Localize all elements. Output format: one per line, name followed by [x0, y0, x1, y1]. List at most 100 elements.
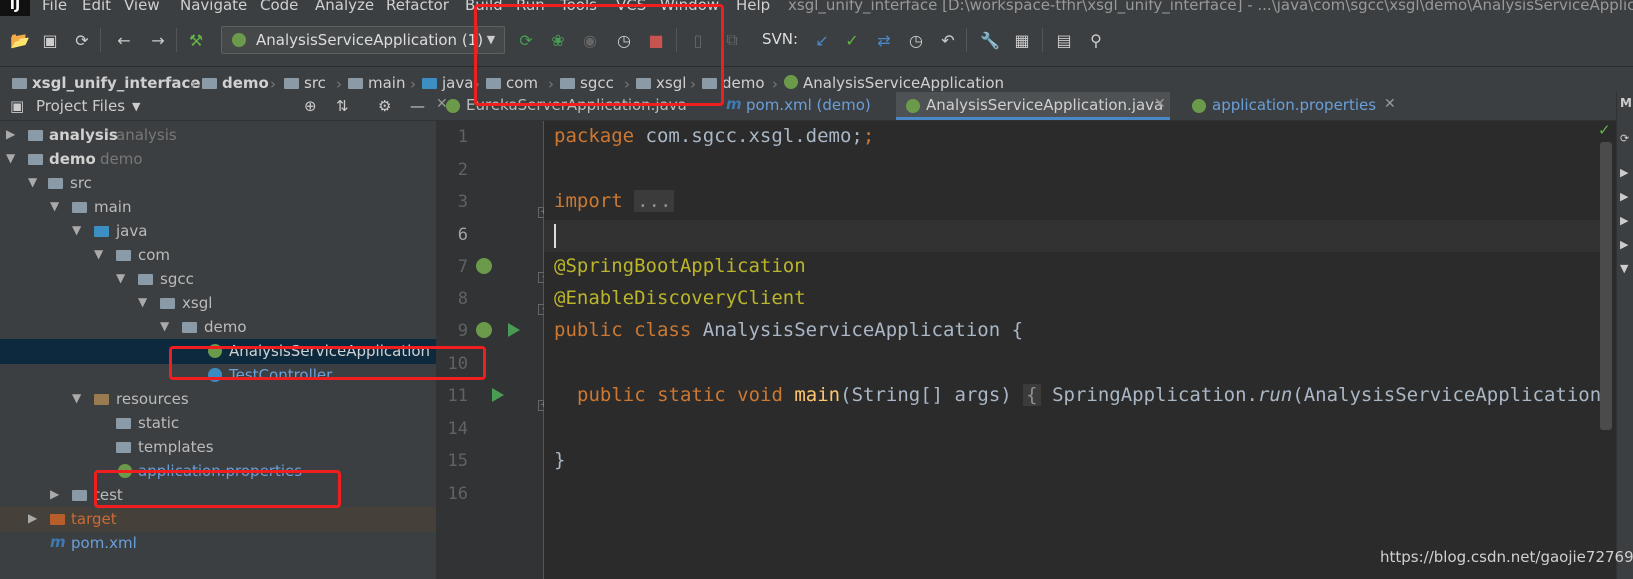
- tree-item-module: demo: [100, 150, 143, 168]
- window-title: xsgl_unify_interface [D:\workspace-tfhr\…: [788, 0, 1633, 14]
- run-gutter-icon[interactable]: [492, 388, 504, 402]
- folder-icon: [72, 490, 87, 501]
- run-configuration-label: AnalysisServiceApplication (1): [256, 31, 484, 49]
- menu-help[interactable]: Help: [736, 0, 770, 14]
- editor-scrollbar[interactable]: [1600, 142, 1612, 430]
- folded-imports[interactable]: ...: [634, 190, 675, 212]
- chevron-down-icon[interactable]: ▼: [28, 175, 37, 189]
- tree-item-java[interactable]: ▼ java: [0, 219, 436, 244]
- chevron-down-icon[interactable]: ▼: [138, 295, 147, 309]
- breadcrumb-item[interactable]: demo: [202, 74, 269, 92]
- chevron-down-icon[interactable]: ▼: [1620, 262, 1628, 275]
- folded-body[interactable]: {: [1023, 384, 1041, 406]
- menu-analyze[interactable]: Analyze: [315, 0, 374, 14]
- breadcrumb-item[interactable]: main: [348, 74, 405, 92]
- collapse-all-icon[interactable]: ⇅: [336, 97, 349, 115]
- menu-file[interactable]: File: [42, 0, 67, 14]
- menu-edit[interactable]: Edit: [82, 0, 111, 14]
- chevron-right-icon[interactable]: ▶: [1620, 190, 1628, 203]
- spring-boot-icon: [784, 75, 798, 89]
- tree-item-resources[interactable]: ▼ resources: [0, 387, 436, 412]
- menu-refactor[interactable]: Refactor: [386, 0, 449, 14]
- tree-item-xsgl[interactable]: ▼ xsgl: [0, 291, 436, 316]
- chevron-down-icon[interactable]: ▼: [50, 199, 59, 213]
- save-icon[interactable]: ▣: [40, 30, 60, 50]
- svn-commit-icon[interactable]: ✓: [842, 30, 862, 50]
- package-icon: [138, 274, 153, 285]
- chevron-right-icon[interactable]: ▶: [1620, 166, 1628, 179]
- back-icon[interactable]: ←: [114, 30, 134, 50]
- chevron-right-icon[interactable]: ▶: [1620, 214, 1628, 227]
- current-line-highlight: [544, 220, 1600, 252]
- sync-icon[interactable]: ⟳: [72, 30, 92, 50]
- chevron-down-icon[interactable]: ▼: [116, 271, 125, 285]
- code-line-annotation: @EnableDiscoveryClient: [554, 287, 806, 309]
- chevron-down-icon[interactable]: ▼: [72, 223, 81, 237]
- chevron-right-icon[interactable]: ▶: [6, 127, 15, 141]
- minimize-icon[interactable]: —: [410, 97, 425, 115]
- svn-compare-icon[interactable]: ⇄: [874, 30, 894, 50]
- close-icon[interactable]: ✕: [1154, 96, 1166, 112]
- menu-view[interactable]: View: [124, 0, 160, 14]
- tree-item-com[interactable]: ▼ com: [0, 243, 436, 268]
- revert-icon[interactable]: ↶: [938, 30, 958, 50]
- tree-item-target[interactable]: ▶ target: [0, 507, 436, 532]
- tab-pom-xml[interactable]: m pom.xml (demo) ✕: [436, 92, 886, 120]
- breadcrumb-item[interactable]: src: [284, 74, 326, 92]
- highlight-box-properties-file: [94, 470, 341, 508]
- tab-application-properties[interactable]: application.properties ✕: [1182, 92, 1402, 120]
- tree-item-analysis[interactable]: ▶ analysis analysis: [0, 123, 436, 148]
- chevron-down-icon[interactable]: ▼: [132, 100, 140, 113]
- tree-item-main[interactable]: ▼ main: [0, 195, 436, 220]
- tree-item-sgcc[interactable]: ▼ sgcc: [0, 267, 436, 292]
- spring-bean-gutter-icon[interactable]: [476, 258, 492, 274]
- deploy-icon[interactable]: ⧉: [722, 30, 742, 50]
- chevron-down-icon[interactable]: ▼: [6, 151, 15, 165]
- breadcrumb-separator: ›: [772, 75, 778, 93]
- refresh-icon[interactable]: ⟳: [1620, 132, 1629, 145]
- open-folder-icon[interactable]: 📂: [10, 30, 30, 50]
- tree-item-demo-package[interactable]: ▼ demo: [0, 315, 436, 340]
- run-gutter-icon[interactable]: [508, 323, 520, 337]
- breadcrumb-item[interactable]: java: [422, 74, 473, 92]
- folder-icon: [202, 78, 217, 89]
- close-icon[interactable]: ✕: [436, 96, 448, 112]
- tree-item-demo[interactable]: ▼ demo demo: [0, 147, 436, 172]
- folder-icon: [348, 78, 363, 89]
- forward-icon[interactable]: →: [148, 30, 168, 50]
- locate-target-icon[interactable]: ⊕: [304, 97, 317, 115]
- spring-bean-gutter-icon[interactable]: [476, 322, 492, 338]
- svn-update-icon[interactable]: ↙: [812, 30, 832, 50]
- chevron-right-icon[interactable]: ▶: [50, 487, 59, 501]
- tree-item-pom-xml[interactable]: m pom.xml: [0, 531, 436, 556]
- maven-tool-icon[interactable]: M: [1620, 96, 1632, 110]
- breadcrumb-item[interactable]: xsgl_unify_interface: [12, 74, 201, 92]
- chevron-right-icon[interactable]: ▶: [28, 511, 37, 525]
- close-icon[interactable]: ✕: [1384, 96, 1396, 112]
- search-icon[interactable]: ⚲: [1086, 30, 1106, 50]
- history-icon[interactable]: ◷: [906, 30, 926, 50]
- menu-code[interactable]: Code: [260, 0, 298, 14]
- tab-label: pom.xml (demo): [746, 96, 871, 114]
- tree-item-src[interactable]: ▼ src: [0, 171, 436, 196]
- run-configuration-select[interactable]: AnalysisServiceApplication (1) ▼: [221, 26, 505, 54]
- gear-icon[interactable]: ⚙: [378, 97, 391, 115]
- chevron-down-icon[interactable]: ▼: [160, 319, 169, 333]
- tree-item-static[interactable]: static: [0, 411, 436, 436]
- intellij-logo-icon[interactable]: IJ: [0, 0, 30, 16]
- project-view-select[interactable]: Project Files: [36, 97, 125, 115]
- breadcrumb-item[interactable]: AnalysisServiceApplication: [784, 74, 1004, 92]
- tab-analysis-service-application[interactable]: AnalysisServiceApplication.java ✕: [896, 92, 1170, 120]
- chevron-down-icon[interactable]: ▼: [94, 247, 103, 261]
- chevron-right-icon[interactable]: ▶: [1620, 238, 1628, 251]
- menu-navigate[interactable]: Navigate: [180, 0, 247, 14]
- code-editor[interactable]: package com.sgcc.xsgl.demo;; import ... …: [544, 121, 1600, 579]
- inspection-ok-icon[interactable]: ✓: [1598, 121, 1611, 139]
- terminal-icon[interactable]: ▤: [1054, 30, 1074, 50]
- chevron-down-icon[interactable]: ▼: [72, 391, 81, 405]
- tree-item-templates[interactable]: templates: [0, 435, 436, 460]
- settings-wrench-icon[interactable]: 🔧: [980, 30, 1000, 50]
- project-structure-icon[interactable]: ▦: [1012, 30, 1032, 50]
- build-hammer-icon[interactable]: ⚒: [186, 30, 206, 50]
- keyword: import: [554, 190, 623, 212]
